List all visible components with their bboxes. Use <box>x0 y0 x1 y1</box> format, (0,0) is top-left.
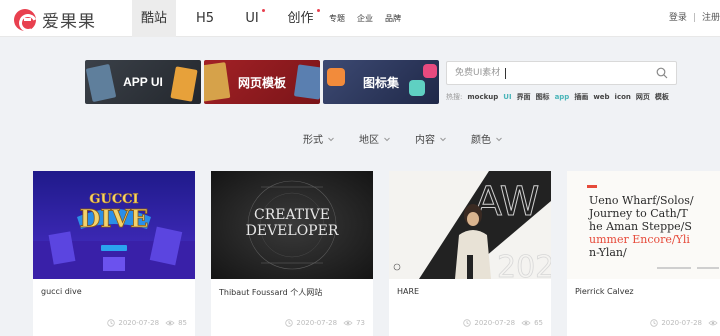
card-date: 2020-07-28 <box>296 319 338 327</box>
banner-label: 图标集 <box>362 75 399 90</box>
hot-searches: 热搜: mockup UI 界面 图标 app 插画 web icon 网页 模… <box>446 92 669 102</box>
new-dot-icon <box>262 9 265 12</box>
banner-decoration <box>204 62 231 102</box>
clock-icon <box>650 319 659 327</box>
eye-icon <box>165 320 175 326</box>
hot-tag[interactable]: 插画 <box>574 92 588 102</box>
hot-tag[interactable]: 模板 <box>655 92 669 102</box>
chevron-down-icon <box>496 137 502 141</box>
auth-links: 登录 | 注册 <box>669 0 720 37</box>
card-title[interactable]: HARE <box>397 287 419 296</box>
card-meta: 2020-07-28 85 <box>101 319 187 327</box>
banner-decoration <box>293 64 320 100</box>
hot-tag[interactable]: icon <box>615 93 631 101</box>
nav-item-zhuanti[interactable]: 专题 <box>329 0 345 37</box>
search-input[interactable] <box>447 62 647 84</box>
clock-icon <box>285 319 294 327</box>
logo[interactable]: 爱果果 <box>14 7 96 32</box>
nav-item-pinpai[interactable]: 品牌 <box>385 0 401 37</box>
chevron-down-icon <box>440 137 446 141</box>
card-title[interactable]: Pierrick Calvez <box>575 287 634 296</box>
nav-item-chuangzuo[interactable]: 创作 <box>287 0 320 37</box>
filter-form[interactable]: 形式 <box>303 131 335 146</box>
site-card[interactable]: AW 2020 HARE 2020-07-28 65 <box>389 171 551 336</box>
filter-bar: 形式 地区 内容 颜色 <box>0 131 720 146</box>
typo-line-3: he Aman Steppe/S <box>589 220 692 233</box>
filter-content[interactable]: 内容 <box>415 131 447 146</box>
chevron-down-icon <box>384 137 390 141</box>
new-dot-icon <box>317 9 320 12</box>
hot-tag[interactable]: app <box>555 93 570 101</box>
card-meta: 2020-07-28 <box>644 319 720 327</box>
banner-decoration <box>85 63 117 103</box>
banner-decoration <box>327 68 345 86</box>
card-title[interactable]: gucci dive <box>41 287 82 296</box>
banner-label: APP UI <box>123 75 163 89</box>
search-box <box>446 61 677 85</box>
register-link[interactable]: 注册 <box>702 13 720 23</box>
typo-line-4: ummer Encore/Yli <box>589 233 690 246</box>
typo-line-2: Journey to Cath/T <box>588 207 688 220</box>
hero-text-line2: DEVELOPER <box>246 223 339 239</box>
banner-web-template[interactable]: 网页模板 <box>204 60 320 104</box>
site-card[interactable]: GUCCI DIVE gucci dive 2020-07-28 85 <box>33 171 195 336</box>
clock-icon <box>463 319 472 327</box>
search-icon[interactable] <box>656 67 668 79</box>
hot-tag[interactable]: UI <box>503 93 511 101</box>
card-date: 2020-07-28 <box>661 319 702 327</box>
nav-item-ui[interactable]: UI <box>245 0 265 37</box>
top-header: 爱果果 酷站 H5 UI 创作 专题 企业 品牌 登录 | 注册 <box>0 0 720 37</box>
card-date: 2020-07-28 <box>474 319 516 327</box>
login-link[interactable]: 登录 <box>669 13 687 23</box>
card-date: 2020-07-28 <box>118 319 160 327</box>
hot-label: 热搜: <box>446 93 463 101</box>
card-thumbnail[interactable]: GUCCI DIVE <box>33 171 195 279</box>
banner-app-ui[interactable]: APP UI <box>85 60 201 104</box>
clock-icon <box>107 319 116 327</box>
banner-decoration <box>423 64 437 78</box>
gucci-logo-line2: DIVE <box>80 204 149 233</box>
banner-label: 网页模板 <box>237 75 286 90</box>
chevron-down-icon <box>328 137 334 141</box>
site-card[interactable]: Ueno Wharf/Solos/ Journey to Cath/T he A… <box>567 171 720 336</box>
auth-separator: | <box>692 13 696 23</box>
text-cursor <box>505 68 506 79</box>
typo-line-5: n-Ylan/ <box>589 246 627 259</box>
filter-region[interactable]: 地区 <box>359 131 391 146</box>
hot-tag[interactable]: 图标 <box>536 92 550 102</box>
logo-icon <box>14 8 36 31</box>
banner-decoration <box>170 66 198 102</box>
card-thumbnail[interactable]: AW 2020 <box>389 171 551 279</box>
hot-tag[interactable]: web <box>593 93 609 101</box>
typo-line-1: Ueno Wharf/Solos/ <box>589 194 694 207</box>
card-meta: 2020-07-28 73 <box>279 319 365 327</box>
eye-icon <box>343 320 353 326</box>
card-meta: 2020-07-28 65 <box>457 319 543 327</box>
hot-tag[interactable]: 网页 <box>636 92 650 102</box>
card-thumbnail[interactable]: CREATIVE DEVELOPER <box>211 171 373 279</box>
card-views: 73 <box>356 319 365 327</box>
card-views: 85 <box>178 319 187 327</box>
banner-decoration <box>409 80 425 96</box>
hot-tag[interactable]: 界面 <box>517 92 531 102</box>
eye-icon <box>708 320 718 326</box>
banner-icon-set[interactable]: 图标集 <box>323 60 439 104</box>
filter-color[interactable]: 颜色 <box>471 131 503 146</box>
hare-year-text: 2020 <box>497 250 551 279</box>
nav-item-h5[interactable]: H5 <box>194 0 216 37</box>
hot-tag[interactable]: mockup <box>467 93 498 101</box>
card-views: 65 <box>534 319 543 327</box>
card-title[interactable]: Thibaut Foussard 个人网站 <box>219 287 322 298</box>
site-card[interactable]: CREATIVE DEVELOPER Thibaut Foussard 个人网站… <box>211 171 373 336</box>
card-thumbnail[interactable]: Ueno Wharf/Solos/ Journey to Cath/T he A… <box>567 171 720 279</box>
brand-name: 爱果果 <box>42 12 96 32</box>
hero-text-line1: CREATIVE <box>254 207 330 223</box>
hare-big-text: AW <box>475 179 540 225</box>
main-nav: 酷站 H5 UI 创作 专题 企业 品牌 <box>132 0 401 37</box>
nav-item-kuzhan[interactable]: 酷站 <box>132 0 176 37</box>
eye-icon <box>521 320 531 326</box>
nav-item-qiye[interactable]: 企业 <box>357 0 373 37</box>
